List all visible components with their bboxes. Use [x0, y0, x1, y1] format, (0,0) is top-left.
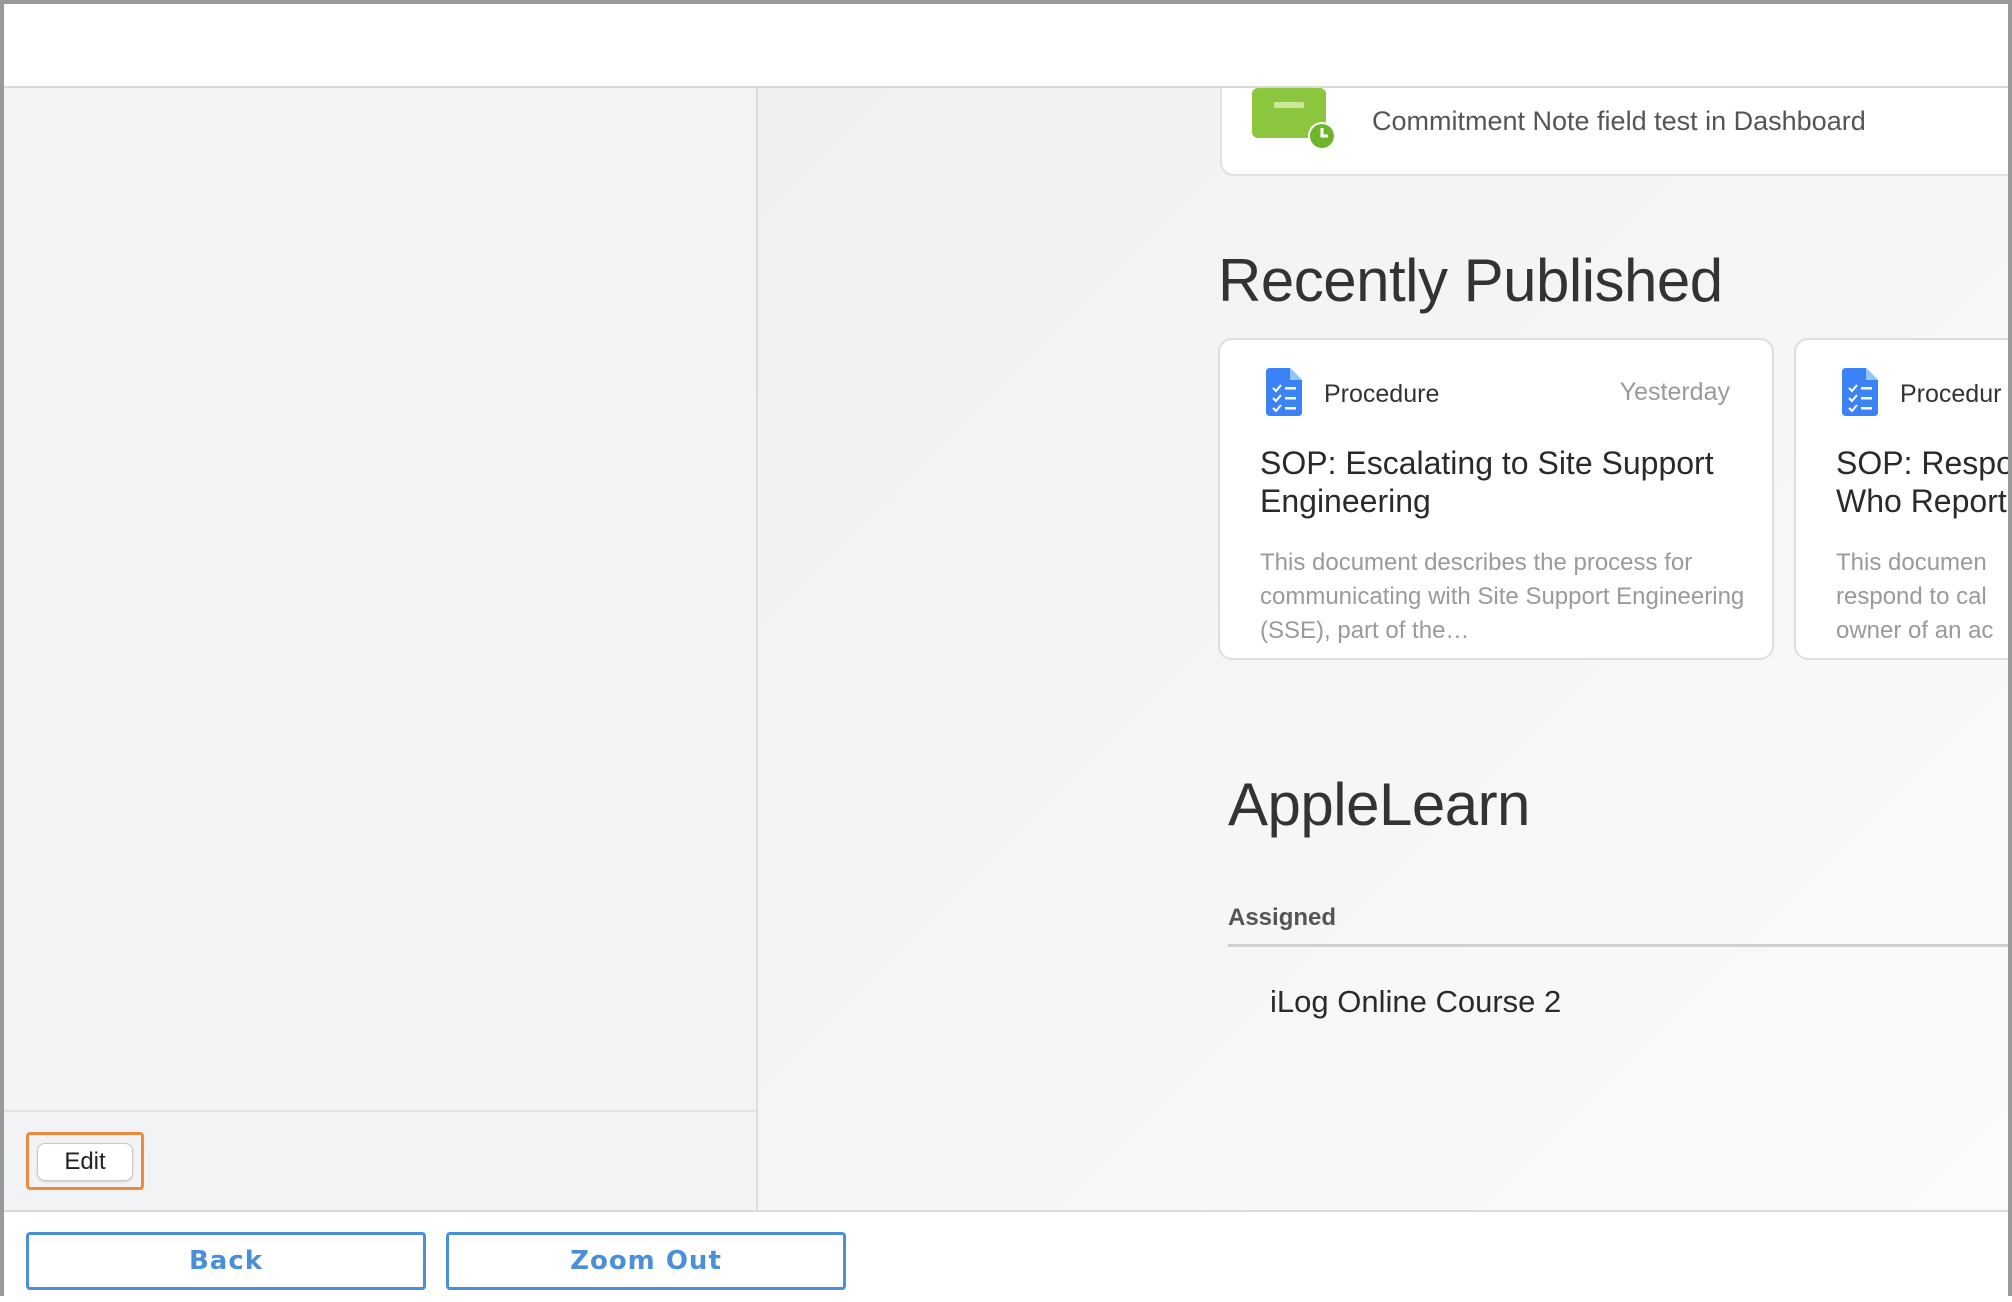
card-type-label: Procedur — [1900, 380, 2002, 408]
card-type-label: Procedure — [1324, 380, 1440, 408]
published-card[interactable]: Procedure Yesterday SOP: Escalating to S… — [1218, 338, 1774, 660]
course-list-item[interactable]: iLog Online Course 2 — [1270, 984, 1561, 1020]
commitment-card[interactable]: Commitment Note field test in Dashboard — [1220, 88, 2008, 176]
sidebar-footer: Edit — [4, 1110, 756, 1212]
sidebar: Edit — [4, 88, 758, 1210]
card-date: Yesterday — [1619, 378, 1730, 406]
edit-button-highlight: Edit — [26, 1132, 144, 1190]
assigned-divider — [1228, 944, 2008, 947]
card-description: This document describes the process for … — [1260, 549, 1745, 644]
published-card[interactable]: Procedur SOP: Respo Who Report This docu… — [1794, 338, 2008, 660]
bottom-toolbar: Back Zoom Out — [4, 1210, 2008, 1302]
zoom-out-button[interactable]: Zoom Out — [446, 1232, 846, 1290]
edit-button[interactable]: Edit — [37, 1143, 133, 1181]
procedure-document-icon — [1266, 368, 1302, 416]
back-button[interactable]: Back — [26, 1232, 426, 1290]
procedure-document-icon — [1842, 368, 1878, 416]
commitment-note-icon — [1252, 88, 1336, 150]
card-description: This documen respond to cal owner of an … — [1836, 549, 1994, 644]
card-title: SOP: Respo Who Report — [1836, 445, 2008, 519]
recently-published-heading: Recently Published — [1218, 247, 1723, 314]
card-title: SOP: Escalating to Site Support Engineer… — [1260, 445, 1714, 519]
title-bar — [4, 4, 2008, 88]
main-content: Commitment Note field test in Dashboard … — [758, 88, 2008, 1210]
commitment-card-text: Commitment Note field test in Dashboard — [1372, 106, 1866, 136]
frame-border-right — [2008, 0, 2012, 1296]
applelearn-heading: AppleLearn — [1228, 771, 1530, 838]
assigned-tab-label[interactable]: Assigned — [1228, 904, 1336, 932]
